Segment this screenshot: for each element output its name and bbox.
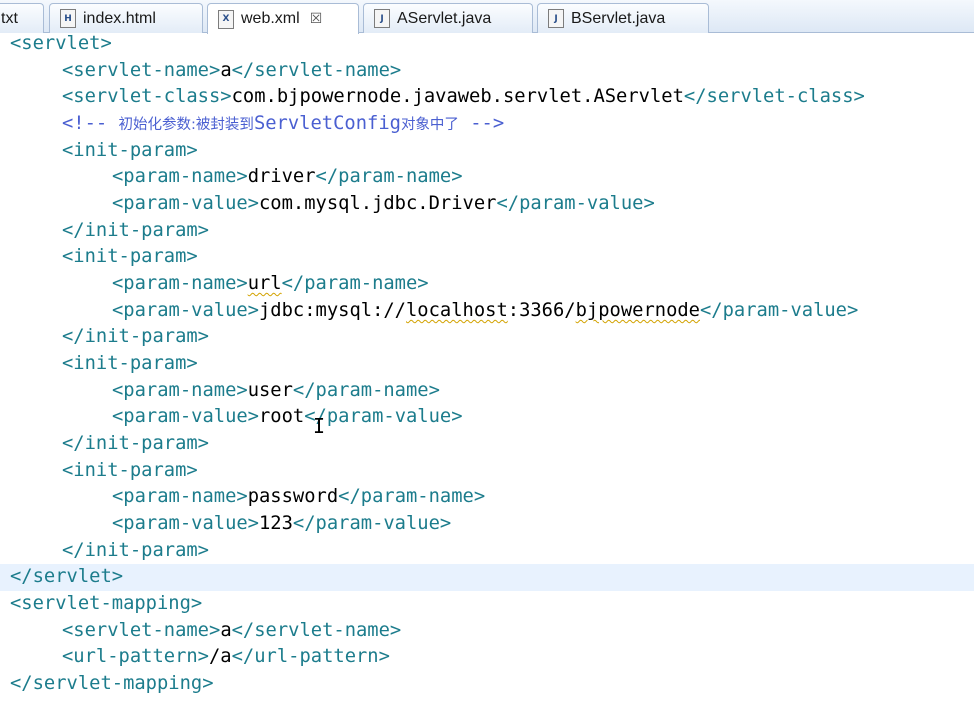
java-file-icon: J: [548, 9, 564, 28]
code-line-14: <param-name>user</param-name>: [112, 380, 440, 401]
code-line-11: <param-value>jdbc:mysql://localhost:3366…: [112, 300, 859, 321]
code-line-10: <param-name>url</param-name>: [112, 273, 429, 294]
code-line-7: <param-value>com.mysql.jdbc.Driver</para…: [112, 193, 655, 214]
code-line-21-current: </servlet>: [0, 564, 974, 591]
tab-label: txt: [1, 9, 18, 27]
close-icon[interactable]: ☒: [310, 11, 323, 27]
tab-label: AServlet.java: [397, 9, 492, 27]
code-line-18: <param-name>password</param-name>: [112, 486, 486, 507]
code-line-20: </init-param>: [62, 540, 209, 561]
code-line-9: <init-param>: [62, 246, 198, 267]
tab-label: web.xml: [241, 10, 300, 27]
java-file-icon: J: [374, 9, 390, 28]
code-line-22: <servlet-mapping>: [10, 593, 203, 614]
code-line-24: <url-pattern>/a</url-pattern>: [62, 646, 390, 667]
html-file-icon: H: [60, 9, 76, 28]
tab-label: BServlet.java: [571, 9, 666, 27]
code-line-5: <init-param>: [62, 140, 198, 161]
code-line-15: <param-value>root</param-value>: [112, 406, 463, 427]
code-editor[interactable]: <servlet> <servlet-name>a</servlet-name>…: [0, 33, 974, 704]
code-line-3: <servlet-class>com.bjpowernode.javaweb.s…: [62, 86, 865, 107]
code-line-4-comment: <!-- 初始化参数:被封装到ServletConfig对象中了 -->: [62, 113, 505, 134]
tab-web-xml[interactable]: X web.xml ☒: [207, 3, 359, 34]
code-line-17: <init-param>: [62, 460, 198, 481]
editor-tab-bar: txt H index.html X web.xml ☒ J AServlet.…: [0, 0, 974, 34]
tab-aservlet-java[interactable]: J AServlet.java: [363, 3, 533, 33]
code-line-25: </servlet-mapping>: [10, 673, 214, 694]
code-line-16: </init-param>: [62, 433, 209, 454]
code-line-8: </init-param>: [62, 220, 209, 241]
code-line-13: <init-param>: [62, 353, 198, 374]
code-line-19: <param-value>123</param-value>: [112, 513, 452, 534]
code-line-23: <servlet-name>a</servlet-name>: [62, 620, 402, 641]
code-line-1: <servlet>: [10, 33, 112, 54]
tab-bservlet-java[interactable]: J BServlet.java: [537, 3, 709, 33]
tab-txt[interactable]: txt: [0, 3, 44, 33]
text-cursor-icon: I: [313, 414, 326, 438]
tab-index-html[interactable]: H index.html: [49, 3, 203, 33]
code-line-6: <param-name>driver</param-name>: [112, 166, 463, 187]
code-line-12: </init-param>: [62, 326, 209, 347]
xml-file-icon: X: [218, 9, 234, 29]
code-line-2: <servlet-name>a</servlet-name>: [62, 60, 402, 81]
tab-label: index.html: [83, 9, 156, 27]
